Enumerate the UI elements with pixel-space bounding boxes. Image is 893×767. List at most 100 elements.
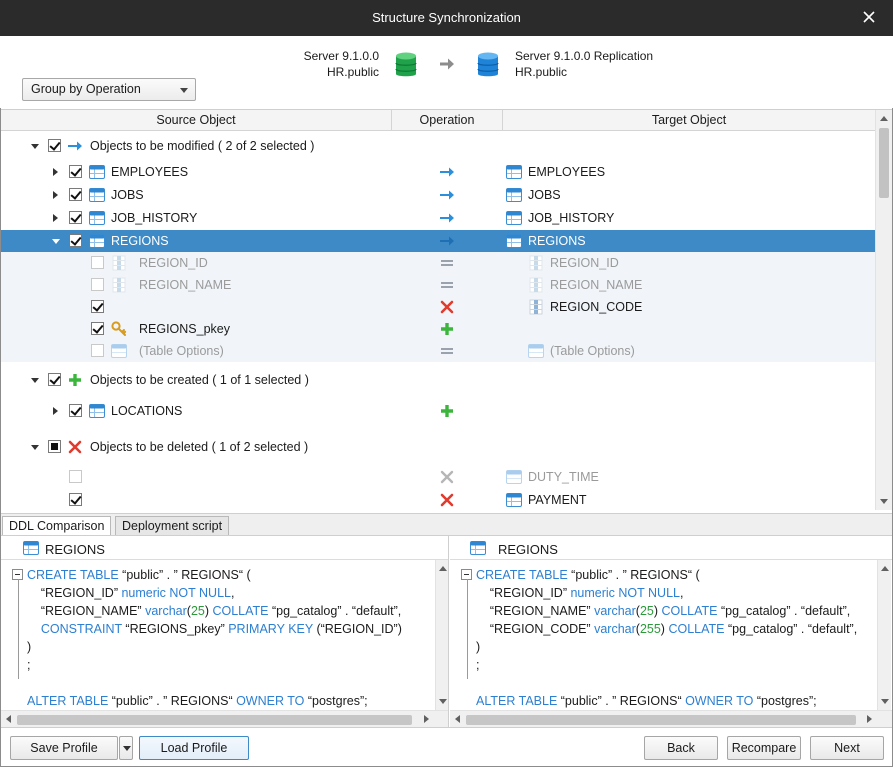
checkbox[interactable] <box>91 300 104 313</box>
source-object-name: JOBS <box>111 188 144 202</box>
table-row[interactable]: JOBS JOBS <box>1 184 875 206</box>
grid-vertical-scrollbar[interactable] <box>875 110 892 510</box>
expand-toggle-icon[interactable] <box>52 239 60 244</box>
table-row[interactable]: DUTY_TIME <box>1 466 875 488</box>
load-profile-button[interactable]: Load Profile <box>139 736 249 760</box>
source-ddl-header: REGIONS <box>1 536 448 560</box>
scroll-left-icon[interactable] <box>6 715 11 723</box>
table-icon <box>23 540 39 556</box>
key-icon <box>111 321 127 337</box>
table-row-selected[interactable]: REGIONS REGIONS <box>1 230 875 252</box>
table-row[interactable]: PAYMENT <box>1 489 875 511</box>
checkbox[interactable] <box>91 344 104 357</box>
group-by-select[interactable]: Group by Operation <box>22 78 196 101</box>
table-row[interactable]: JOB_HISTORY JOB_HISTORY <box>1 207 875 229</box>
group-row-deleted[interactable]: Objects to be deleted ( 1 of 2 selected … <box>1 436 875 458</box>
group-by-value: Group by Operation <box>31 82 141 96</box>
target-ddl-horizontal-scrollbar[interactable] <box>450 710 892 728</box>
code-line: ALTER TABLE “public” . ” REGIONS“ OWNER … <box>27 694 368 708</box>
scroll-thumb[interactable] <box>17 715 412 725</box>
code-line: ) <box>476 640 481 654</box>
scroll-thumb[interactable] <box>466 715 856 725</box>
scroll-down-icon[interactable] <box>439 699 447 704</box>
tab-deployment-script[interactable]: Deployment script <box>115 516 230 536</box>
checkbox[interactable] <box>48 139 61 152</box>
source-ddl-pane[interactable]: REGIONS CREATE TABLE “public” . ” REGION… <box>1 536 449 728</box>
scroll-down-icon[interactable] <box>881 699 889 704</box>
scroll-right-icon[interactable] <box>424 715 429 723</box>
source-ddl-code[interactable]: CREATE TABLE “public” . ” REGIONS“ ( “RE… <box>27 566 402 710</box>
column-source-object[interactable]: Source Object <box>1 113 391 127</box>
scroll-left-icon[interactable] <box>455 715 460 723</box>
source-database-name: HR.public <box>326 65 379 79</box>
options-row[interactable]: (Table Options) (Table Options) <box>1 340 875 362</box>
object-comparison-grid[interactable]: Source Object Operation Target Object Ob… <box>1 109 892 511</box>
expand-toggle-icon[interactable] <box>53 214 58 222</box>
target-ddl-code[interactable]: CREATE TABLE “public” . ” REGIONS“ ( “RE… <box>476 566 857 710</box>
group-row-modified[interactable]: Objects to be modified ( 2 of 2 selected… <box>1 135 875 157</box>
expand-toggle-icon[interactable] <box>53 191 58 199</box>
checkbox[interactable] <box>48 373 61 386</box>
code-line: ) <box>27 640 32 654</box>
column-row[interactable]: REGION_ID REGION_ID <box>1 252 875 274</box>
expand-toggle-icon[interactable] <box>31 378 39 383</box>
column-row[interactable]: REGION_NAME REGION_NAME <box>1 274 875 296</box>
checkbox[interactable] <box>91 322 104 335</box>
expand-toggle-icon[interactable] <box>31 144 39 149</box>
target-ddl-pane[interactable]: REGIONS CREATE TABLE “public” . ” REGION… <box>450 536 892 728</box>
next-button[interactable]: Next <box>810 736 884 760</box>
constraint-row[interactable]: REGIONS_pkey <box>1 318 875 340</box>
back-button[interactable]: Back <box>644 736 718 760</box>
checkbox[interactable] <box>91 256 104 269</box>
table-row[interactable]: LOCATIONS <box>1 400 875 422</box>
window-title: Structure Synchronization <box>372 10 521 25</box>
source-ddl-vertical-scrollbar[interactable] <box>435 560 448 710</box>
plus-icon <box>439 403 455 419</box>
column-icon <box>528 277 544 293</box>
arrow-right-icon <box>439 210 455 226</box>
recompare-button[interactable]: Recompare <box>727 736 801 760</box>
scroll-up-icon[interactable] <box>439 566 447 571</box>
target-ddl-vertical-scrollbar[interactable] <box>877 560 891 710</box>
checkbox[interactable] <box>69 165 82 178</box>
target-object-name: JOB_HISTORY <box>528 211 615 225</box>
checkbox[interactable] <box>69 211 82 224</box>
column-icon <box>528 299 544 315</box>
table-row[interactable]: EMPLOYEES EMPLOYEES <box>1 161 875 183</box>
save-profile-menu-button[interactable] <box>119 736 133 760</box>
target-object-name: PAYMENT <box>528 493 587 507</box>
group-row-created[interactable]: Objects to be created ( 1 of 1 selected … <box>1 369 875 391</box>
checkbox[interactable] <box>69 234 82 247</box>
expand-toggle-icon[interactable] <box>31 445 39 450</box>
scroll-up-icon[interactable] <box>880 116 888 121</box>
scroll-down-icon[interactable] <box>880 499 888 504</box>
table-icon <box>506 210 522 226</box>
expand-toggle-icon[interactable] <box>53 168 58 176</box>
target-database-icon <box>477 52 499 77</box>
close-icon[interactable] <box>861 9 877 25</box>
checkbox[interactable] <box>69 188 82 201</box>
column-operation[interactable]: Operation <box>392 113 502 127</box>
checkbox[interactable] <box>91 278 104 291</box>
arrow-right-icon <box>439 164 455 180</box>
target-object-name: EMPLOYEES <box>528 165 606 179</box>
scroll-thumb[interactable] <box>879 128 889 198</box>
checkbox[interactable] <box>69 493 82 506</box>
target-server-info: Server 9.1.0.0 Replication HR.public <box>515 48 653 80</box>
checkbox[interactable] <box>69 404 82 417</box>
source-object-name: REGION_ID <box>139 256 208 270</box>
column-target-object[interactable]: Target Object <box>503 113 875 127</box>
scroll-up-icon[interactable] <box>881 566 889 571</box>
source-ddl-horizontal-scrollbar[interactable] <box>1 710 448 728</box>
source-server-info: Server 9.1.0.0 HR.public <box>304 48 379 80</box>
expand-toggle-icon[interactable] <box>53 407 58 415</box>
code-line: CREATE TABLE “public” . ” REGIONS“ ( <box>27 568 251 582</box>
save-profile-button[interactable]: Save Profile <box>10 736 118 760</box>
checkbox-partial[interactable] <box>48 440 61 453</box>
checkbox[interactable] <box>69 470 82 483</box>
column-row[interactable]: REGION_CODE <box>1 296 875 318</box>
scroll-right-icon[interactable] <box>867 715 872 723</box>
tab-ddl-comparison[interactable]: DDL Comparison <box>2 516 112 537</box>
column-icon <box>111 277 127 293</box>
